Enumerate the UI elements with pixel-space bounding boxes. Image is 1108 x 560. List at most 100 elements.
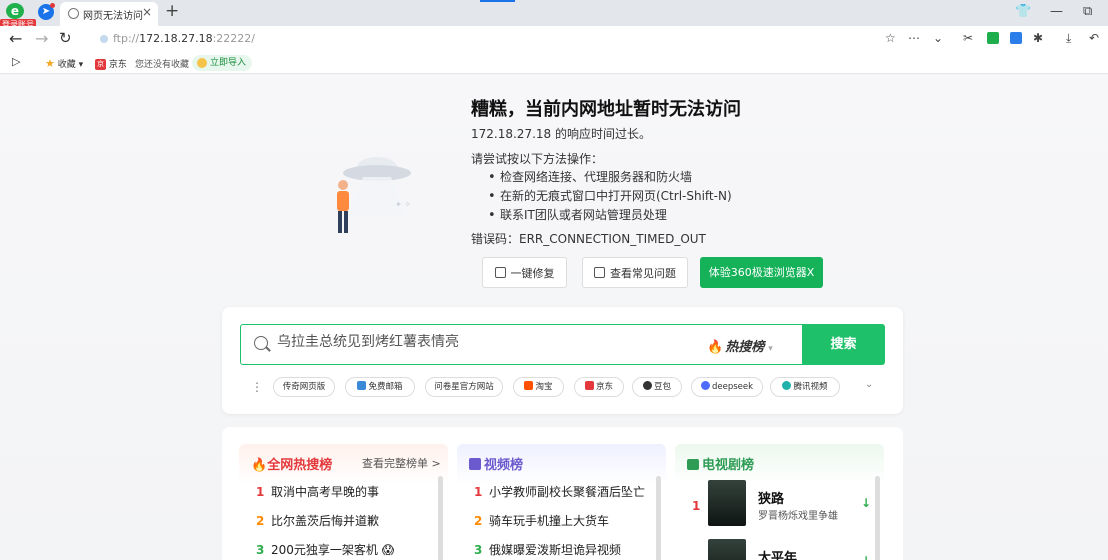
url-text[interactable]: ftp://172.18.27.18:22222/: [113, 32, 255, 45]
site-info-icon[interactable]: [100, 35, 108, 43]
tv-name[interactable]: 太平年: [758, 547, 797, 560]
tv-cast: 罗晋杨烁戏里争雄: [758, 511, 838, 522]
search-box[interactable]: 🔥热搜榜▾: [240, 324, 802, 365]
error-title: 糟糕，当前内网地址暂时无法访问: [471, 99, 741, 120]
url-field[interactable]: ftp://172.18.27.18:22222/: [88, 29, 878, 49]
translate-icon[interactable]: [1010, 32, 1022, 44]
search-card: 🔥热搜榜▾ 搜索 ⋮ 传奇网页版 免费邮箱 问卷星官方网站 淘宝 京东 豆包 d…: [222, 307, 903, 414]
list-item[interactable]: 1 取消中高考早晚的事: [256, 483, 379, 500]
svg-text:✦ ✧: ✦ ✧: [395, 200, 411, 209]
extensions-icon[interactable]: ✱: [1033, 31, 1043, 45]
error-subtitle: 172.18.27.18 的响应时间过长。: [471, 127, 651, 141]
taobao-icon: [524, 381, 534, 390]
quick-link[interactable]: 京东: [574, 377, 624, 397]
video-list-title[interactable]: 视频榜: [469, 454, 523, 473]
document-icon: [594, 267, 605, 278]
quick-link[interactable]: 腾讯视频: [770, 377, 840, 397]
new-tab-button[interactable]: +: [165, 1, 179, 21]
star-icon: ★: [45, 57, 55, 70]
more-icon[interactable]: ⋯: [908, 31, 920, 45]
error-try-heading: 请尝试按以下方法操作：: [471, 152, 604, 166]
bookmark-star-icon[interactable]: ☆: [885, 31, 896, 45]
toolbox-icon: [494, 267, 506, 278]
list-item[interactable]: 2 比尔盖茨后悔并道歉: [256, 512, 379, 529]
tv-poster-image[interactable]: [708, 539, 746, 560]
quick-link[interactable]: deepseek: [691, 377, 763, 397]
quick-link[interactable]: 淘宝: [513, 377, 564, 397]
tab-bar: e 登录账号 ➤ 网页无法访问 × + 👕 — ⧉: [0, 0, 1108, 30]
notification-dot: [50, 3, 55, 8]
skin-icon[interactable]: 👕: [1015, 4, 1031, 19]
hot-search-panel: 🔥全网热搜榜 查看完整榜单 > 1 取消中高考早晚的事 2 比尔盖茨后悔并道歉 32…: [239, 444, 448, 560]
tencent-video-icon: [782, 381, 792, 390]
arrow-down-icon: ↓: [861, 496, 872, 510]
try-360x-button[interactable]: 体验360极速浏览器X: [700, 257, 823, 288]
quick-link[interactable]: 传奇网页版: [273, 377, 335, 397]
scrollbar[interactable]: [875, 476, 880, 560]
scrollbar[interactable]: [656, 476, 661, 560]
error-step: 在新的无痕式窗口中打开网页(Ctrl-Shift-N): [488, 187, 732, 206]
back-icon[interactable]: ←: [9, 29, 22, 48]
sidebar-toggle-icon[interactable]: ▷: [12, 55, 20, 68]
view-full-list-link[interactable]: 查看完整榜单 >: [362, 455, 441, 471]
address-bar: ← → ↻ ftp://172.18.27.18:22222/ ☆ ⋯ ⌄ ✂ …: [0, 26, 1108, 52]
tv-icon: [687, 459, 699, 470]
one-click-fix-button[interactable]: 一键修复: [482, 257, 567, 288]
tv-name[interactable]: 狭路: [758, 488, 784, 507]
tv-panel: 电视剧榜 1 狭路 罗晋杨烁戏里争雄 ↓ 2 太平年 ↓: [675, 444, 884, 560]
tv-rank: 1: [692, 499, 701, 513]
quick-link[interactable]: 免费邮箱: [345, 377, 415, 397]
download-icon[interactable]: ⤓: [1066, 31, 1071, 46]
jd-icon: 京: [95, 59, 106, 70]
bookmarks-bar: ▷ ★ 收藏 ▾ 京 京东 您还没有收藏 立即导入: [0, 52, 1108, 74]
caret-down-icon: ▾: [768, 344, 773, 354]
faq-button[interactable]: 查看常见问题: [582, 257, 688, 288]
tv-poster-image[interactable]: [708, 480, 746, 526]
hot-search-title[interactable]: 🔥全网热搜榜: [251, 454, 332, 473]
search-icon: [254, 336, 268, 350]
error-steps: 检查网络连接、代理服务器和防火墙 在新的无痕式窗口中打开网页(Ctrl-Shif…: [488, 168, 732, 225]
dropdown-icon[interactable]: ⌄: [933, 31, 943, 45]
list-item[interactable]: 3 俄媒曝爱泼斯坦诡异视频: [474, 541, 621, 558]
active-tab[interactable]: 网页无法访问 ×: [60, 2, 158, 26]
tv-list-title[interactable]: 电视剧榜: [687, 454, 754, 473]
forward-icon[interactable]: →: [35, 29, 48, 48]
quick-link[interactable]: 豆包: [632, 377, 682, 397]
tab-close-icon[interactable]: ×: [142, 5, 152, 19]
error-step: 检查网络连接、代理服务器和防火墙: [488, 168, 732, 187]
hot-search-dropdown[interactable]: 🔥 热搜榜 ▾: [707, 336, 773, 355]
video-panel: 视频榜 1 小学教师副校长聚餐酒后坠亡 2 骑车玩手机撞上大货车 3 俄媒曝爱泼斯坦诡…: [457, 444, 666, 560]
error-step: 联系IT团队或者网站管理员处理: [488, 206, 732, 225]
favorites-menu[interactable]: ★ 收藏 ▾: [45, 57, 83, 70]
error-page: ✦ ✧ 糟糕，当前内网地址暂时无法访问 172.18.27.18 的响应时间过长…: [0, 75, 1108, 560]
scrollbar[interactable]: [438, 476, 443, 560]
drag-indicator: [480, 0, 515, 2]
chevron-down-icon[interactable]: ⌄: [865, 379, 873, 390]
bookmarks-empty-text: 您还没有收藏: [135, 60, 190, 70]
doubao-icon: [642, 381, 652, 390]
extension-green-icon[interactable]: [987, 32, 999, 44]
arrow-down-icon: ↓: [861, 554, 871, 560]
browser-logo-icon[interactable]: e: [6, 3, 24, 19]
search-button[interactable]: 搜索: [802, 324, 885, 365]
restore-icon[interactable]: ⧉: [1083, 4, 1092, 19]
quick-link[interactable]: 问卷星官方网站: [425, 377, 503, 397]
undo-icon[interactable]: ↶: [1089, 31, 1099, 45]
list-item[interactable]: 1 小学教师副校长聚餐酒后坠亡: [474, 483, 645, 500]
deepseek-icon: [700, 381, 710, 390]
minimize-icon[interactable]: —: [1050, 4, 1063, 19]
import-bookmarks-button[interactable]: 立即导入: [192, 55, 253, 71]
quick-links-menu-icon[interactable]: ⋮: [251, 380, 263, 394]
hot-lists-card: 🔥全网热搜榜 查看完整榜单 > 1 取消中高考早晚的事 2 比尔盖茨后悔并道歉 32…: [222, 427, 903, 560]
video-icon: [469, 458, 481, 470]
bookmark-jd[interactable]: 京 京东: [95, 57, 127, 70]
list-item[interactable]: 3 200元独享一架客机 😱: [256, 541, 394, 558]
search-input[interactable]: [277, 334, 677, 350]
globe-icon: [68, 8, 79, 19]
list-item[interactable]: 2 骑车玩手机撞上大货车: [474, 512, 609, 529]
reload-icon[interactable]: ↻: [59, 29, 72, 47]
cut-icon[interactable]: ✂: [963, 31, 973, 45]
jd-icon: [584, 381, 594, 390]
flame-icon: 🔥: [707, 340, 724, 355]
import-icon: [197, 58, 207, 68]
